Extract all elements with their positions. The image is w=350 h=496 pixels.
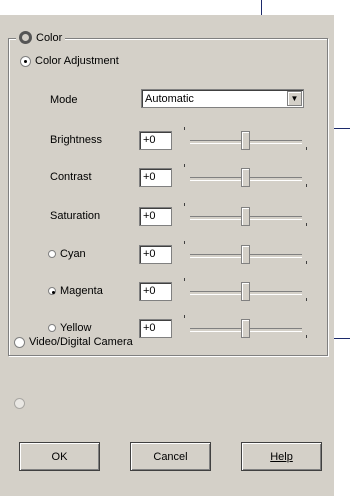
slider-value-input[interactable]: +0 [139, 282, 172, 301]
mode-select[interactable]: Automatic ▼ [141, 89, 304, 108]
cancel-button-label: Cancel [153, 450, 188, 463]
slider-label: Magenta [60, 285, 103, 297]
slider-label: Contrast [50, 171, 92, 183]
disabled-option-radio [14, 398, 29, 409]
color-palette-icon [19, 31, 32, 44]
slider-tick [184, 315, 185, 318]
color-adjustment-radio[interactable]: Color Adjustment [20, 55, 119, 67]
slider-thumb[interactable] [241, 319, 250, 338]
slider-label: Brightness [50, 134, 102, 146]
slider-thumb[interactable] [241, 207, 250, 226]
slider-tick [184, 278, 185, 281]
slider-tick [306, 184, 307, 187]
slider-thumb[interactable] [241, 245, 250, 264]
ok-button[interactable]: OK [19, 442, 100, 471]
slider-tick [306, 147, 307, 150]
slider-value-input[interactable]: +0 [139, 168, 172, 187]
slider-tick [306, 261, 307, 264]
color-groupbox [8, 38, 328, 356]
radio-icon [14, 336, 25, 348]
slider-radio-yellow[interactable]: Yellow [48, 322, 91, 334]
slider-label: Saturation [50, 210, 101, 222]
radio-icon [14, 398, 25, 409]
slider-thumb[interactable] [241, 131, 250, 150]
radio-icon [20, 55, 31, 67]
slider-radio-cyan[interactable]: Cyan [48, 248, 86, 260]
slider-thumb[interactable] [241, 282, 250, 301]
slider-value-input[interactable]: +0 [139, 245, 172, 264]
video-digital-camera-label: Video/Digital Camera [29, 336, 133, 348]
slider-tick [306, 335, 307, 338]
slider-tick [184, 164, 185, 167]
slider-radio-magenta[interactable]: Magenta [48, 285, 103, 297]
slider-value-input[interactable]: +0 [139, 319, 172, 338]
help-button[interactable]: Help [241, 442, 322, 471]
mode-value: Automatic [145, 93, 194, 105]
slider-label: Cyan [60, 248, 86, 260]
mode-label: Mode [50, 94, 78, 106]
video-digital-camera-radio[interactable]: Video/Digital Camera [14, 336, 133, 348]
slider-tick [184, 127, 185, 130]
group-title-label: Color [36, 31, 63, 44]
help-button-label: Help [270, 450, 293, 463]
slider-value-input[interactable]: +0 [139, 207, 172, 226]
ok-button-label: OK [51, 450, 68, 463]
slider-tick [184, 241, 185, 244]
slider-value-input[interactable]: +0 [139, 131, 172, 150]
color-group-title: Color [16, 31, 66, 44]
slider-thumb[interactable] [241, 168, 250, 187]
color-adjustment-label: Color Adjustment [35, 55, 119, 67]
radio-icon [48, 287, 56, 295]
radio-icon [48, 324, 56, 332]
slider-tick [306, 298, 307, 301]
cancel-button[interactable]: Cancel [130, 442, 211, 471]
radio-icon [48, 250, 56, 258]
slider-label: Yellow [60, 322, 92, 334]
slider-tick [184, 203, 185, 206]
slider-tick [306, 223, 307, 226]
chevron-down-icon[interactable]: ▼ [287, 91, 302, 106]
